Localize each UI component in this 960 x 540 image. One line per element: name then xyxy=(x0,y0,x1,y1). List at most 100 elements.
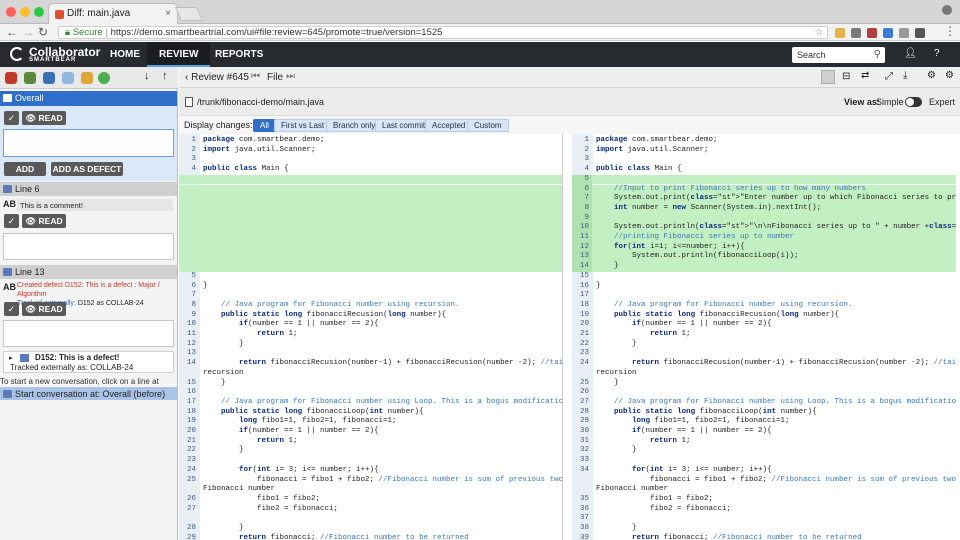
menu-dots-icon[interactable]: ⋮ xyxy=(944,24,956,38)
code-line[interactable]: 14 return fibonacciRecusion(number-1) + … xyxy=(179,359,562,369)
back-arrow-icon[interactable]: ← xyxy=(6,25,18,39)
code-line[interactable] xyxy=(179,252,562,263)
overall-header[interactable]: Overall xyxy=(0,91,177,106)
comment-input[interactable] xyxy=(3,320,174,347)
code-line[interactable]: 12 } xyxy=(179,340,562,350)
code-line[interactable] xyxy=(179,514,562,524)
change-filter-custom[interactable]: Custom xyxy=(467,119,509,132)
code-line[interactable] xyxy=(179,194,562,204)
review-back-link[interactable]: ‹ Review #645 xyxy=(185,72,249,83)
nav-home[interactable]: HOME xyxy=(98,42,152,67)
read-button[interactable]: 👁︎ READ xyxy=(22,111,66,125)
code-line[interactable]: recursion xyxy=(179,369,562,379)
download-icon[interactable]: ⤓ xyxy=(903,70,907,81)
comment-input[interactable] xyxy=(3,129,174,157)
code-line[interactable]: 10 System.out.println(class="st">"\n\nFi… xyxy=(572,223,956,233)
code-line[interactable]: 15 xyxy=(572,272,956,282)
add-as-defect-button[interactable]: ADD AS DEFECT xyxy=(51,162,123,176)
code-line[interactable]: 1 package com.smartbear.demo; xyxy=(572,136,956,146)
code-line[interactable]: 6 //Input to print Fibonacci series up t… xyxy=(572,184,956,195)
code-line[interactable]: 18 public static long fibonacciLoop(int … xyxy=(179,408,562,418)
code-line[interactable]: 3 xyxy=(179,155,562,165)
code-line[interactable]: 35 fibo1 = fibo2; xyxy=(572,495,956,505)
code-line[interactable]: 26 fibo1 = fibo2; xyxy=(179,495,562,505)
code-line[interactable]: 28 } xyxy=(179,524,562,534)
code-line[interactable]: 39 return fibonacci; //Fibonacci number … xyxy=(572,534,956,540)
tool-icon[interactable] xyxy=(62,72,74,84)
code-line[interactable]: 38 } xyxy=(572,524,956,534)
code-line[interactable]: 22 } xyxy=(179,446,562,456)
check-button[interactable]: ✓ xyxy=(4,111,19,125)
code-line[interactable]: 4 public class Main { xyxy=(179,165,562,175)
expand-icon[interactable]: ⤢ xyxy=(885,71,893,82)
defect-card[interactable]: ▸ D152: This is a defect! Tracked extern… xyxy=(3,351,174,373)
code-line[interactable] xyxy=(179,213,562,224)
change-filter-last-commit[interactable]: Last commit xyxy=(375,119,433,132)
code-line[interactable]: 13 xyxy=(179,349,562,359)
code-line[interactable]: 9 xyxy=(572,213,956,224)
address-bar[interactable]: 🔒︎ Secure | https://demo.smartbeartrial.… xyxy=(58,26,828,39)
change-filter-first-vs-last[interactable]: First vs Last xyxy=(274,119,332,132)
code-line[interactable]: 9 public static long fibonacciRecusion(l… xyxy=(179,311,562,321)
code-line[interactable]: 17 // Java program for Fibonacci number … xyxy=(179,398,562,408)
code-line[interactable]: 21 return 1; xyxy=(572,330,956,340)
next-file-icon[interactable]: ⏭ xyxy=(286,71,295,82)
code-line[interactable] xyxy=(179,262,562,272)
code-line[interactable]: 30 if(number == 1 || number == 2){ xyxy=(572,427,956,437)
change-filter-accepted[interactable]: Accepted xyxy=(425,119,473,132)
code-line[interactable]: 11 return 1; xyxy=(179,330,562,340)
check-button[interactable]: ✓ xyxy=(4,214,19,228)
user-icon[interactable]: 👤︎ xyxy=(904,48,917,59)
code-line[interactable]: 7 System.out.print(class="st">"Enter num… xyxy=(572,194,956,204)
read-button[interactable]: 👁︎ READ xyxy=(22,302,66,316)
code-line[interactable]: 24 for(int i= 3; i<= number; i++){ xyxy=(179,466,562,476)
code-line[interactable] xyxy=(179,242,562,253)
code-line[interactable]: 12 for(int i=1; i<=number; i++){ xyxy=(572,242,956,253)
code-line[interactable]: 22 } xyxy=(572,340,956,350)
code-line[interactable]: 6} xyxy=(179,282,562,292)
code-line[interactable]: 16} xyxy=(572,282,956,292)
code-line[interactable]: 31 return 1; xyxy=(572,437,956,447)
extension-icon[interactable] xyxy=(915,28,925,38)
tool-icon[interactable] xyxy=(24,72,36,84)
code-line[interactable]: 33 xyxy=(572,456,956,466)
code-line[interactable]: 26 xyxy=(572,388,956,398)
code-line[interactable]: 5 xyxy=(179,272,562,282)
code-line[interactable]: 21 return 1; xyxy=(179,437,562,447)
code-line[interactable]: 25 } xyxy=(572,379,956,389)
code-line[interactable]: 19 public static long fibonacciRecusion(… xyxy=(572,311,956,321)
arrow-down-icon[interactable]: ↓ xyxy=(144,70,150,82)
browser-tab[interactable]: Diff: main.java × xyxy=(48,3,178,24)
help-icon[interactable]: ? xyxy=(934,48,940,59)
line6-header[interactable]: Line 6 xyxy=(0,182,177,196)
code-line[interactable]: 11 //printing Fibonacci series up to num… xyxy=(572,233,956,243)
code-line[interactable]: 3 xyxy=(572,155,956,165)
code-line[interactable]: 17 xyxy=(572,291,956,301)
nav-review[interactable]: REVIEW xyxy=(147,42,211,67)
line13-header[interactable]: Line 13 xyxy=(0,265,177,279)
code-line[interactable]: 13 System.out.println(fibonacciLoop(i)); xyxy=(572,252,956,263)
nav-reports[interactable]: REPORTS xyxy=(203,42,275,67)
settings-icon[interactable]: ⚙ xyxy=(945,70,954,81)
tool-icon[interactable] xyxy=(43,72,55,84)
code-line[interactable]: 36 fibo2 = fibonacci; xyxy=(572,505,956,515)
code-line[interactable]: 14 } xyxy=(572,262,956,272)
code-line[interactable]: 18 // Java program for Fibonacci number … xyxy=(572,301,956,311)
swap-icon[interactable]: ⇄ xyxy=(861,70,869,81)
code-line[interactable]: 8 // Java program for Fibonacci number u… xyxy=(179,301,562,311)
code-line[interactable]: 8 int number = new Scanner(System.in).ne… xyxy=(572,203,956,214)
code-line[interactable]: 2 import java.util.Scanner; xyxy=(572,146,956,156)
view-toggle[interactable] xyxy=(905,97,922,107)
code-line[interactable]: 19 long fibo1=1, fibo2=1, fibonacci=1; xyxy=(179,417,562,427)
code-line[interactable] xyxy=(179,223,562,233)
code-line[interactable]: recursion xyxy=(572,369,956,379)
change-filter-all[interactable]: All xyxy=(253,119,276,132)
tool-icon[interactable] xyxy=(5,72,17,84)
code-line[interactable] xyxy=(179,233,562,243)
forward-arrow-icon[interactable]: → xyxy=(22,25,34,39)
code-line[interactable]: Fibonacci number xyxy=(572,485,956,495)
code-line[interactable]: 24 return fibonacciRecusion(number-1) + … xyxy=(572,359,956,369)
code-line[interactable]: 25 fibonacci = fibo1 + fibo2; //Fibonacc… xyxy=(179,476,562,486)
code-line[interactable]: fibonacci = fibo1 + fibo2; //Fibonacci n… xyxy=(572,476,956,486)
split-view-icon[interactable]: ⊟ xyxy=(842,71,850,82)
